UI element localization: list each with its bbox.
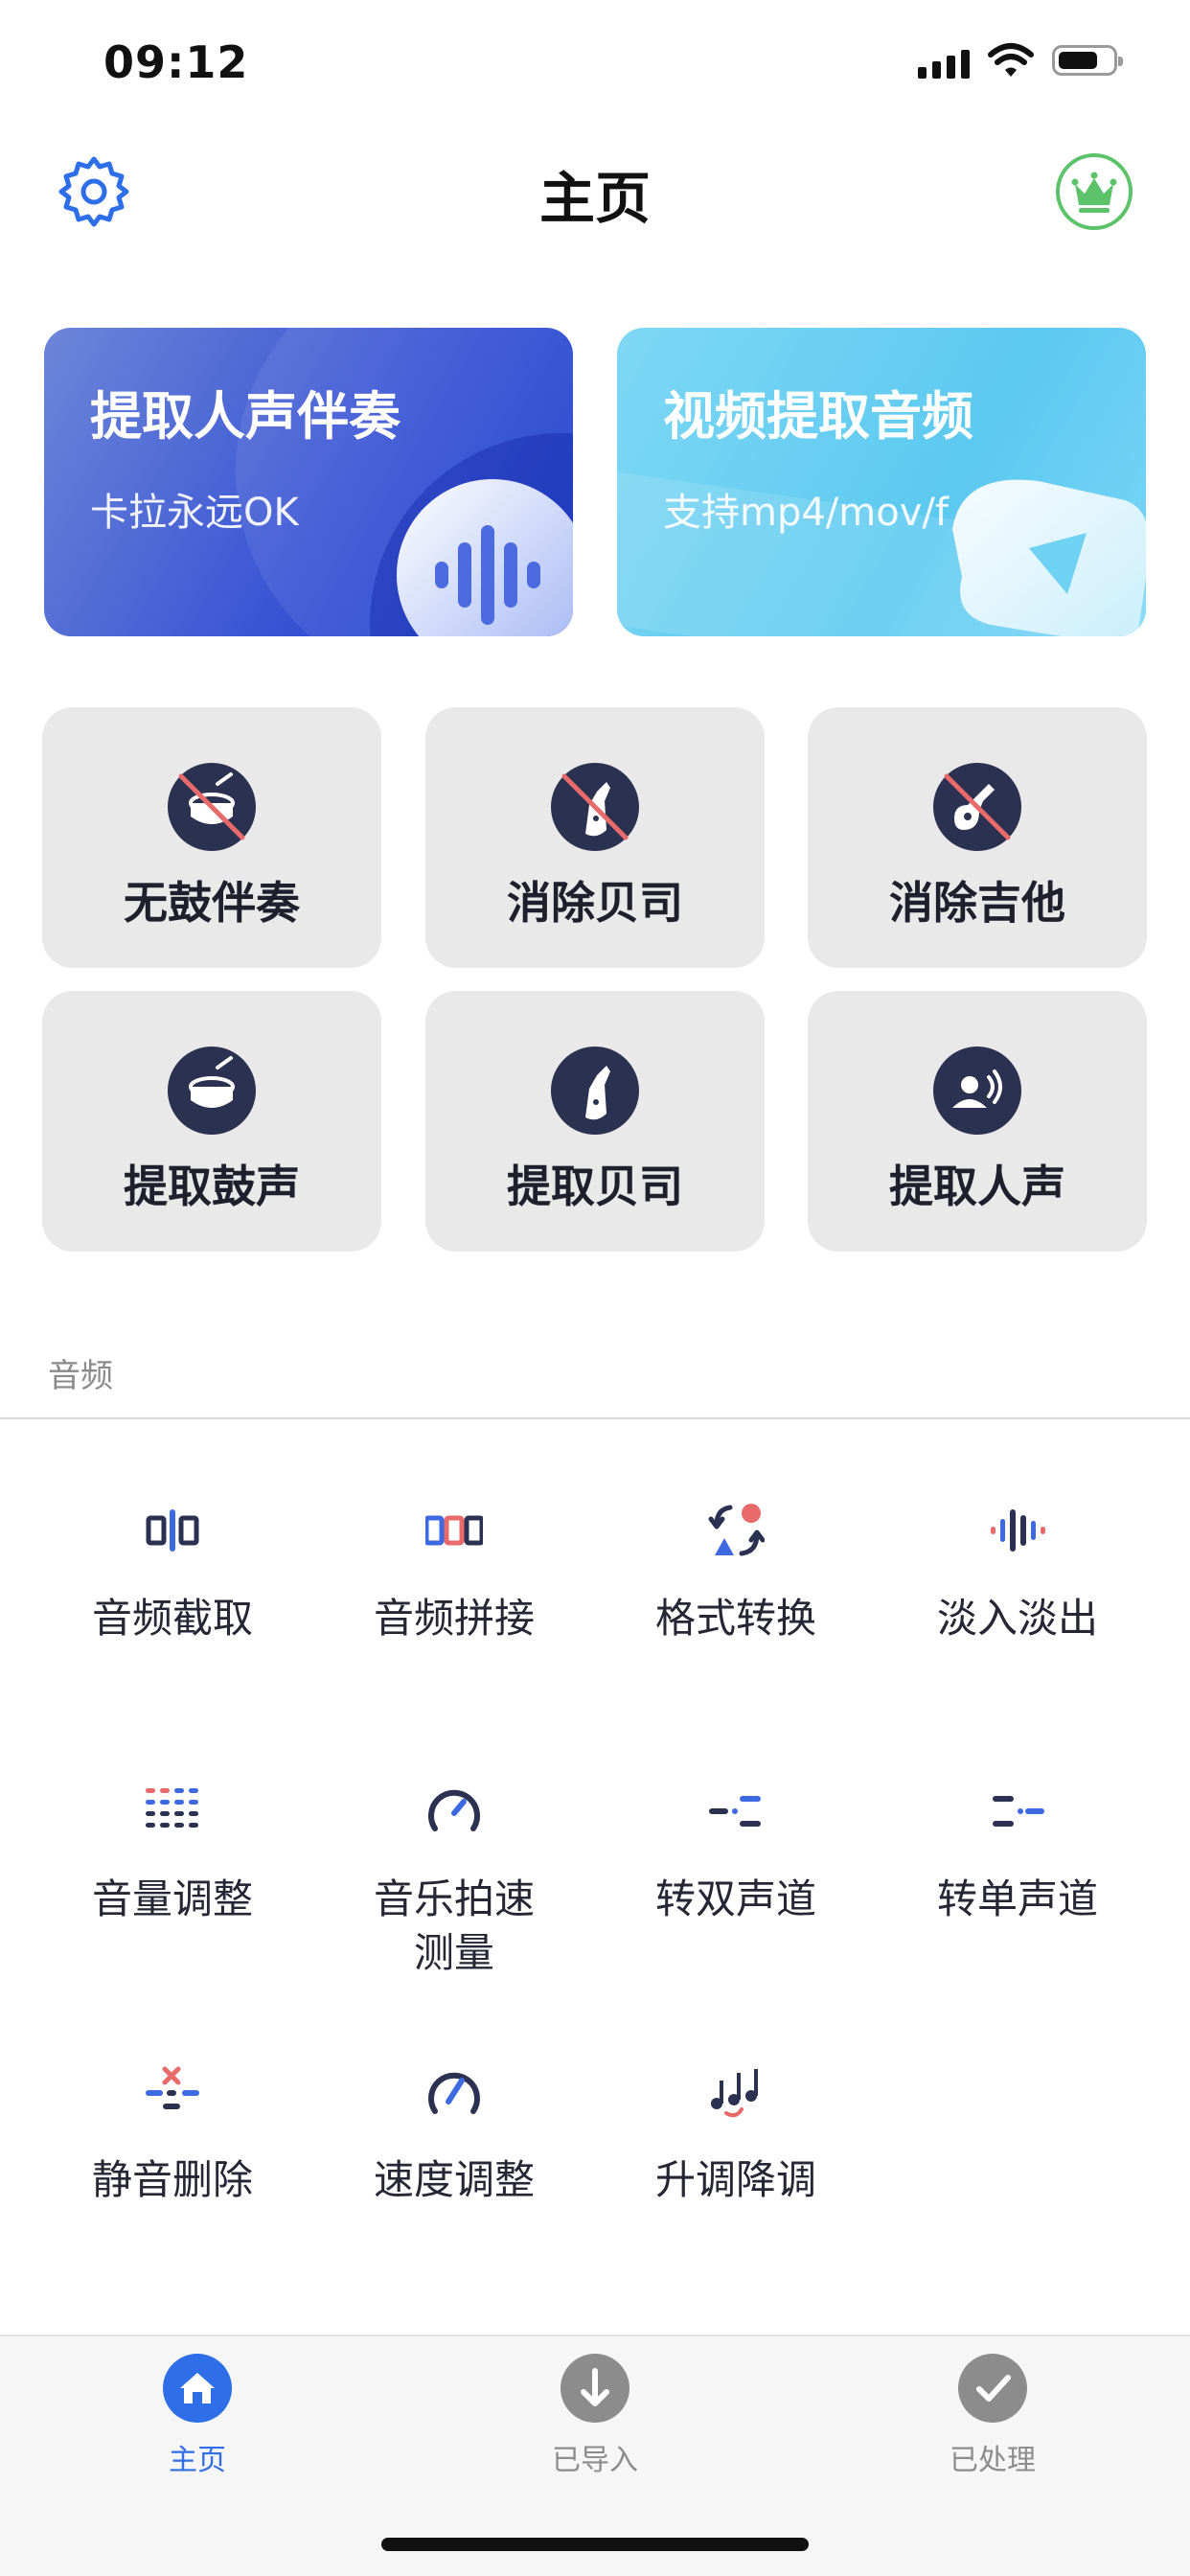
- no-drum-icon: [168, 763, 256, 851]
- waveform-icon: [397, 479, 573, 636]
- no-guitar-icon: [933, 763, 1021, 851]
- pitch-icon: [711, 2069, 758, 2118]
- check-icon: [958, 2354, 1027, 2423]
- cellular-signal-icon: [918, 50, 970, 79]
- tile-no-drum[interactable]: 无鼓伴奏: [42, 707, 381, 968]
- home-indicator: [381, 2538, 809, 2551]
- divider: [0, 1417, 1190, 1419]
- tile-no-guitar[interactable]: 消除吉他: [808, 707, 1147, 968]
- tool-label: 淡入淡出: [936, 1595, 1098, 1642]
- fade-icon: [991, 1509, 1045, 1552]
- mono-icon: [993, 1796, 1044, 1827]
- volume-icon: [146, 1788, 198, 1828]
- audio-cut-icon: [146, 1509, 199, 1552]
- tool-label: 静音删除: [91, 2156, 253, 2203]
- tool-label: 音量调整: [91, 1875, 253, 1922]
- bass-icon: [551, 1046, 639, 1135]
- tab-label: 已处理: [950, 2444, 1036, 2477]
- banner-title: 视频提取音频: [663, 386, 973, 447]
- section-title: 音频: [48, 1357, 113, 1395]
- tool-label: 转双声道: [654, 1875, 816, 1922]
- tab-label: 已导入: [552, 2444, 638, 2477]
- tile-label: 无鼓伴奏: [124, 877, 300, 929]
- play-icon: [952, 479, 1146, 636]
- banner-subtitle: 卡拉永远OK: [90, 491, 299, 535]
- tile-label: 提取鼓声: [124, 1161, 300, 1212]
- tool-label: 速度调整: [373, 2156, 535, 2203]
- tool-label: 转单声道: [936, 1875, 1098, 1922]
- tile-extract-bass[interactable]: 提取贝司: [425, 991, 765, 1252]
- tool-label: 音频截取: [91, 1595, 253, 1642]
- page-title: 主页: [538, 166, 651, 231]
- tempo-icon: [428, 1789, 480, 1831]
- wifi-icon: [988, 43, 1034, 77]
- no-bass-icon: [551, 763, 639, 851]
- speed-icon: [428, 2072, 480, 2114]
- tile-extract-voice[interactable]: 提取人声: [808, 991, 1147, 1252]
- home-icon: [163, 2354, 232, 2423]
- tool-label: 音乐拍速 测量: [373, 1875, 535, 1976]
- audio-join-icon: [425, 1515, 483, 1546]
- voice-icon: [933, 1046, 1021, 1135]
- tile-no-bass[interactable]: 消除贝司: [425, 707, 765, 968]
- silence-remove-icon: [146, 2066, 199, 2109]
- banner-video-extract[interactable]: 视频提取音频 支持mp4/mov/f: [617, 328, 1146, 636]
- battery-icon: [1052, 45, 1123, 76]
- crown-icon[interactable]: [1056, 153, 1133, 230]
- tool-label: 音频拼接: [373, 1595, 535, 1642]
- banner-title: 提取人声伴奏: [90, 386, 400, 447]
- format-convert-icon: [708, 1504, 765, 1556]
- tile-label: 提取贝司: [507, 1161, 683, 1212]
- tile-label: 消除贝司: [507, 877, 683, 929]
- tool-label: 格式转换: [654, 1595, 816, 1642]
- tab-label: 主页: [169, 2444, 226, 2477]
- status-time: 09:12: [103, 36, 249, 88]
- tile-label: 消除吉他: [889, 877, 1065, 929]
- tile-extract-drum[interactable]: 提取鼓声: [42, 991, 381, 1252]
- banner-vocal-extract[interactable]: 提取人声伴奏 卡拉永远OK: [44, 328, 573, 636]
- tool-label: 升调降调: [654, 2156, 816, 2203]
- download-icon: [561, 2354, 629, 2423]
- stereo-icon: [709, 1796, 761, 1827]
- drum-icon: [168, 1046, 256, 1135]
- banner-subtitle: 支持mp4/mov/f: [663, 491, 949, 535]
- tile-label: 提取人声: [889, 1161, 1065, 1212]
